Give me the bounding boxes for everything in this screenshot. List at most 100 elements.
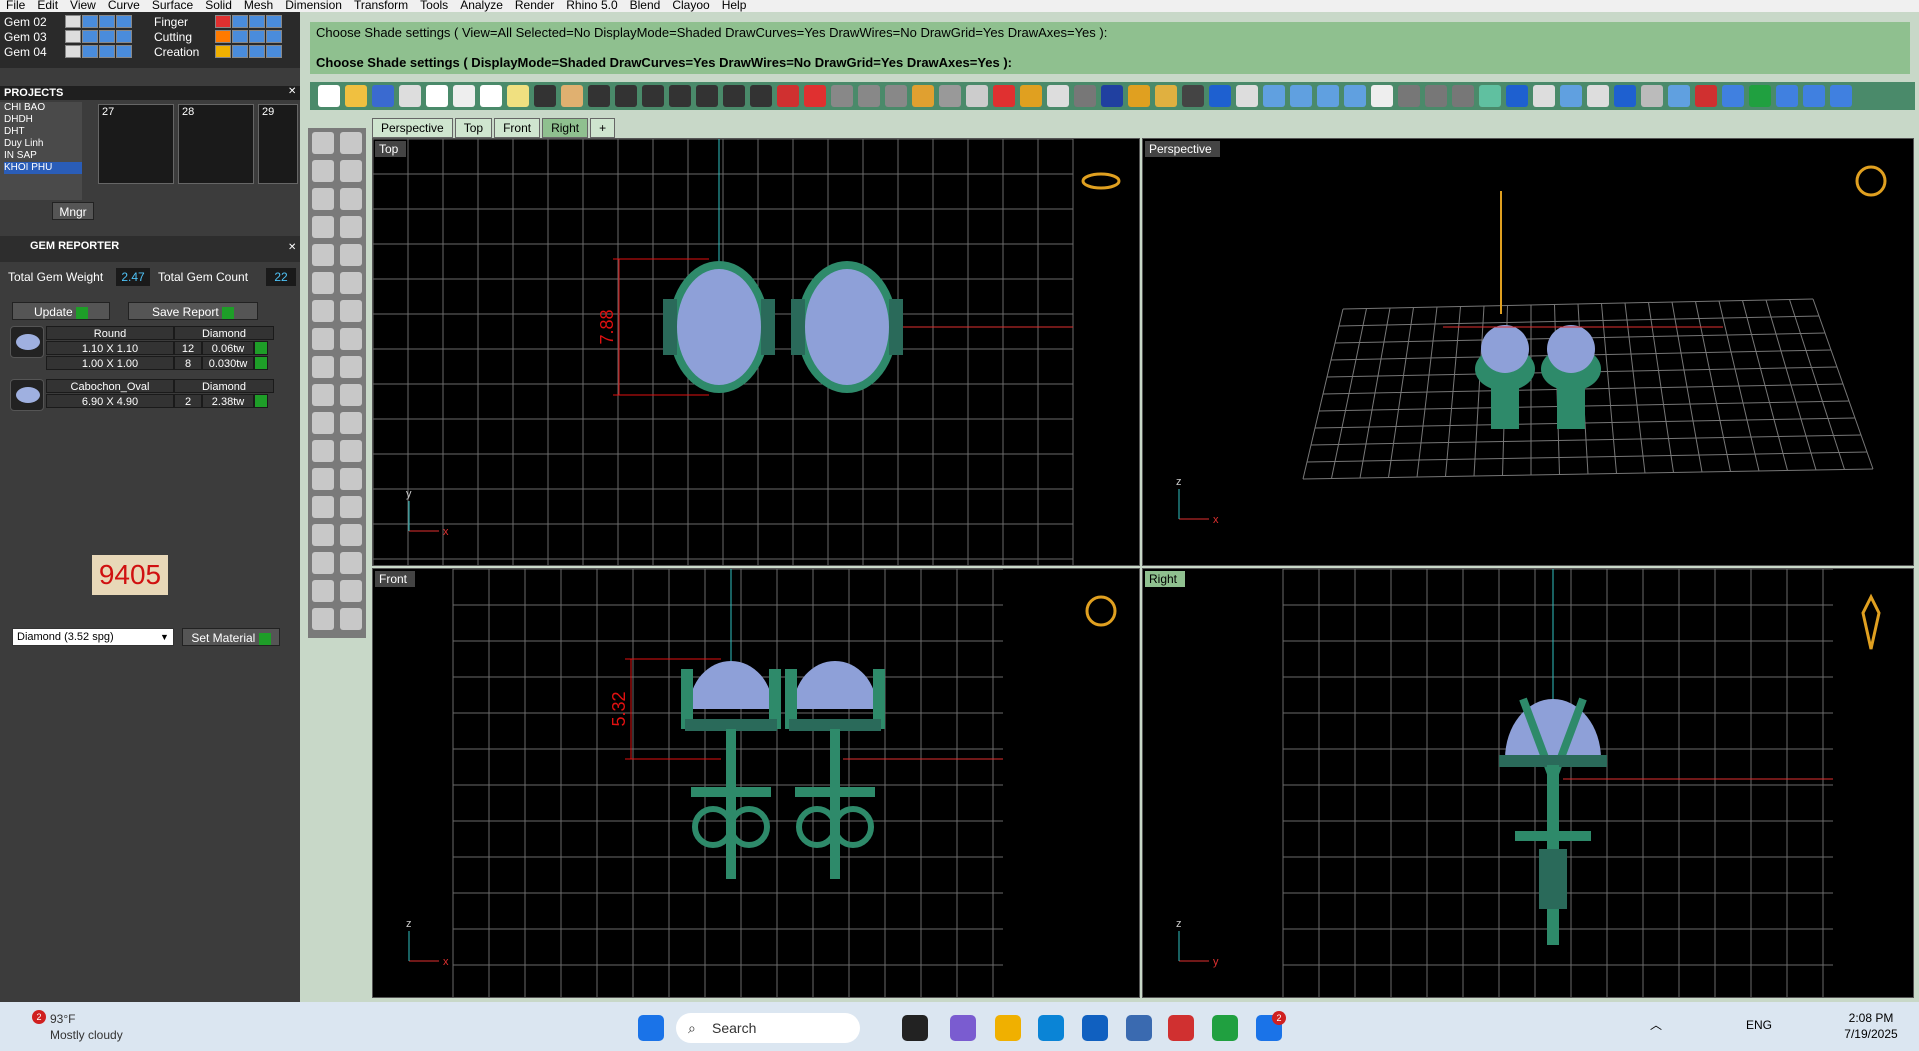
toolbar-icon[interactable] [507,85,529,107]
toolbar-icon[interactable] [1317,85,1339,107]
chevron-up-icon[interactable]: ︿ [1650,1016,1662,1033]
layer-toggle[interactable] [99,30,115,43]
layer-toggle[interactable] [116,15,132,28]
menu-item[interactable]: Tools [414,0,454,12]
tool-icon[interactable] [312,328,334,350]
viewport-right[interactable]: yz Right [1142,568,1914,998]
layer-row[interactable]: Gem 03 [0,29,132,44]
update-button[interactable]: Update [12,302,110,320]
toolbar-icon[interactable] [1425,85,1447,107]
toolbar-icon[interactable] [1776,85,1798,107]
toolbar-icon[interactable] [1128,85,1150,107]
toolbar-icon[interactable] [993,85,1015,107]
weather-widget[interactable]: 2 93°F Mostly cloudy [18,1010,178,1046]
toolbar-icon[interactable] [1209,85,1231,107]
tool-icon[interactable] [340,160,362,182]
tool-icon[interactable] [312,300,334,322]
calculator-icon[interactable] [1126,1015,1152,1041]
tool-icon[interactable] [312,496,334,518]
tool-icon[interactable] [312,384,334,406]
layer-color[interactable] [215,30,231,43]
tool-icon[interactable] [340,412,362,434]
tool-icon[interactable] [340,356,362,378]
viewport-label[interactable]: Perspective [1145,141,1220,157]
toolbar-icon[interactable] [534,85,556,107]
toolbar-icon[interactable] [399,85,421,107]
menu-item[interactable]: Help [716,0,753,12]
toolbar-icon[interactable] [1668,85,1690,107]
tool-icon[interactable] [312,580,334,602]
tool-icon[interactable] [340,440,362,462]
toolbar-icon[interactable] [642,85,664,107]
toolbar-icon[interactable] [1371,85,1393,107]
zalo-icon[interactable]: 2 [1256,1011,1286,1041]
layer-row[interactable]: Gem 02 [0,14,132,29]
layer-toggle[interactable] [266,15,282,28]
layer-toggle[interactable] [65,15,81,28]
layer-toggle[interactable] [82,30,98,43]
menu-item[interactable]: Curve [102,0,146,12]
layer-toggle[interactable] [116,45,132,58]
project-thumb[interactable]: 28 [178,104,254,184]
tool-icon[interactable] [340,132,362,154]
layer-row[interactable]: Cutting [150,29,282,44]
tool-icon[interactable] [312,356,334,378]
tool-icon[interactable] [340,552,362,574]
store-icon[interactable] [1082,1015,1108,1041]
toolbar-icon[interactable] [345,85,367,107]
layer-toggle[interactable] [65,30,81,43]
toolbar-icon[interactable] [372,85,394,107]
tab-top[interactable]: Top [454,118,493,138]
tool-icon[interactable] [340,272,362,294]
project-item[interactable]: CHI BAO [4,102,82,114]
layer-toggle[interactable] [232,30,248,43]
set-material-button[interactable]: Set Material [182,628,280,646]
layer-toggle[interactable] [65,45,81,58]
tool-icon[interactable] [340,496,362,518]
toolbar-icon[interactable] [1803,85,1825,107]
tool-icon[interactable] [312,272,334,294]
tool-icon[interactable] [312,608,334,630]
menu-item[interactable]: Rhino 5.0 [560,0,623,12]
toolbar-icon[interactable] [1290,85,1312,107]
layer-toggle[interactable] [266,45,282,58]
tab-perspective[interactable]: Perspective [372,118,453,138]
menu-item[interactable]: Analyze [454,0,509,12]
viewport-top[interactable]: 7.88 x y Top [372,138,1140,566]
toolbar-icon[interactable] [426,85,448,107]
tool-icon[interactable] [312,524,334,546]
toolbar-icon[interactable] [1587,85,1609,107]
toolbar-icon[interactable] [1830,85,1852,107]
tool-icon[interactable] [340,188,362,210]
select-row-button[interactable] [254,356,268,370]
project-item[interactable]: IN SAP [4,150,82,162]
layer-toggle[interactable] [82,15,98,28]
toolbar-icon[interactable] [750,85,772,107]
toolbar-icon[interactable] [1020,85,1042,107]
copilot-icon[interactable] [950,1015,976,1041]
menu-item[interactable]: Blend [624,0,667,12]
toolbar-icon[interactable] [696,85,718,107]
menu-item[interactable]: View [64,0,102,12]
tool-icon[interactable] [340,328,362,350]
layer-color[interactable] [215,15,231,28]
viewport-perspective[interactable]: xz Perspective [1142,138,1914,566]
tool-icon[interactable] [312,468,334,490]
tool-icon[interactable] [312,216,334,238]
menu-item[interactable]: Edit [31,0,64,12]
toolbar-icon[interactable] [1101,85,1123,107]
layer-color[interactable] [215,45,231,58]
toolbar-icon[interactable] [1641,85,1663,107]
tool-icon[interactable] [312,160,334,182]
edge-icon[interactable] [1038,1015,1064,1041]
toolbar-icon[interactable] [777,85,799,107]
toolbar-icon[interactable] [1155,85,1177,107]
toolbar-icon[interactable] [1398,85,1420,107]
menu-item[interactable]: Dimension [279,0,348,12]
select-row-button[interactable] [254,394,268,408]
project-item[interactable]: DHDH [4,114,82,126]
toolbar-icon[interactable] [912,85,934,107]
toolbar-icon[interactable] [1074,85,1096,107]
tool-icon[interactable] [340,244,362,266]
chevron-down-icon[interactable]: ▼ [160,630,172,644]
